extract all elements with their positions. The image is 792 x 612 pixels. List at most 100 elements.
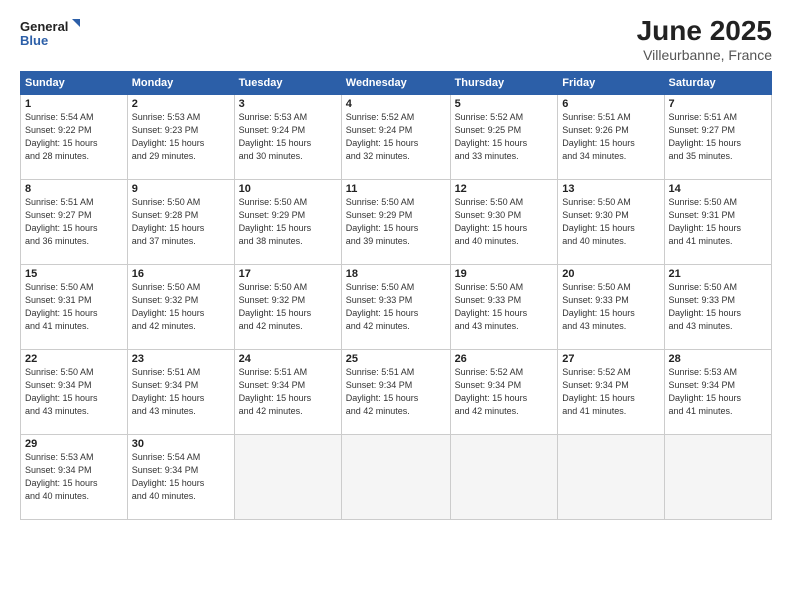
day-number: 10: [239, 183, 337, 195]
calendar-row: 8 Sunrise: 5:51 AM Sunset: 9:27 PM Dayli…: [21, 180, 772, 265]
table-row: [234, 435, 341, 520]
day-number: 3: [239, 98, 337, 110]
calendar-row: 15 Sunrise: 5:50 AM Sunset: 9:31 PM Dayl…: [21, 265, 772, 350]
table-row: 24 Sunrise: 5:51 AM Sunset: 9:34 PM Dayl…: [234, 350, 341, 435]
table-row: 21 Sunrise: 5:50 AM Sunset: 9:33 PM Dayl…: [664, 265, 771, 350]
day-detail: Sunrise: 5:50 AM Sunset: 9:32 PM Dayligh…: [239, 281, 337, 333]
day-number: 11: [346, 183, 446, 195]
table-row: 16 Sunrise: 5:50 AM Sunset: 9:32 PM Dayl…: [127, 265, 234, 350]
table-row: 14 Sunrise: 5:50 AM Sunset: 9:31 PM Dayl…: [664, 180, 771, 265]
day-number: 5: [455, 98, 554, 110]
day-detail: Sunrise: 5:50 AM Sunset: 9:29 PM Dayligh…: [346, 196, 446, 248]
col-tuesday: Tuesday: [234, 72, 341, 95]
calendar-header-row: Sunday Monday Tuesday Wednesday Thursday…: [21, 72, 772, 95]
day-number: 29: [25, 438, 123, 450]
col-saturday: Saturday: [664, 72, 771, 95]
day-detail: Sunrise: 5:53 AM Sunset: 9:34 PM Dayligh…: [669, 366, 767, 418]
day-detail: Sunrise: 5:50 AM Sunset: 9:31 PM Dayligh…: [669, 196, 767, 248]
col-thursday: Thursday: [450, 72, 558, 95]
table-row: 2 Sunrise: 5:53 AM Sunset: 9:23 PM Dayli…: [127, 95, 234, 180]
generalblue-logo-icon: General Blue: [20, 15, 80, 51]
table-row: [450, 435, 558, 520]
day-detail: Sunrise: 5:50 AM Sunset: 9:32 PM Dayligh…: [132, 281, 230, 333]
day-detail: Sunrise: 5:50 AM Sunset: 9:30 PM Dayligh…: [562, 196, 659, 248]
table-row: 15 Sunrise: 5:50 AM Sunset: 9:31 PM Dayl…: [21, 265, 128, 350]
day-detail: Sunrise: 5:50 AM Sunset: 9:29 PM Dayligh…: [239, 196, 337, 248]
table-row: 9 Sunrise: 5:50 AM Sunset: 9:28 PM Dayli…: [127, 180, 234, 265]
title-block: June 2025 Villeurbanne, France: [637, 15, 772, 63]
day-detail: Sunrise: 5:50 AM Sunset: 9:33 PM Dayligh…: [669, 281, 767, 333]
table-row: 18 Sunrise: 5:50 AM Sunset: 9:33 PM Dayl…: [341, 265, 450, 350]
day-detail: Sunrise: 5:53 AM Sunset: 9:24 PM Dayligh…: [239, 111, 337, 163]
day-detail: Sunrise: 5:50 AM Sunset: 9:33 PM Dayligh…: [346, 281, 446, 333]
day-detail: Sunrise: 5:51 AM Sunset: 9:34 PM Dayligh…: [239, 366, 337, 418]
logo: General Blue: [20, 15, 80, 51]
day-number: 21: [669, 268, 767, 280]
day-number: 14: [669, 183, 767, 195]
table-row: 12 Sunrise: 5:50 AM Sunset: 9:30 PM Dayl…: [450, 180, 558, 265]
day-number: 27: [562, 353, 659, 365]
table-row: 17 Sunrise: 5:50 AM Sunset: 9:32 PM Dayl…: [234, 265, 341, 350]
table-row: 20 Sunrise: 5:50 AM Sunset: 9:33 PM Dayl…: [558, 265, 664, 350]
day-detail: Sunrise: 5:54 AM Sunset: 9:34 PM Dayligh…: [132, 451, 230, 503]
table-row: 22 Sunrise: 5:50 AM Sunset: 9:34 PM Dayl…: [21, 350, 128, 435]
day-number: 26: [455, 353, 554, 365]
table-row: 11 Sunrise: 5:50 AM Sunset: 9:29 PM Dayl…: [341, 180, 450, 265]
table-row: 5 Sunrise: 5:52 AM Sunset: 9:25 PM Dayli…: [450, 95, 558, 180]
day-detail: Sunrise: 5:52 AM Sunset: 9:25 PM Dayligh…: [455, 111, 554, 163]
day-detail: Sunrise: 5:51 AM Sunset: 9:34 PM Dayligh…: [346, 366, 446, 418]
month-title: June 2025: [637, 15, 772, 47]
day-number: 12: [455, 183, 554, 195]
day-detail: Sunrise: 5:51 AM Sunset: 9:27 PM Dayligh…: [669, 111, 767, 163]
table-row: 28 Sunrise: 5:53 AM Sunset: 9:34 PM Dayl…: [664, 350, 771, 435]
day-number: 22: [25, 353, 123, 365]
day-number: 28: [669, 353, 767, 365]
table-row: [558, 435, 664, 520]
table-row: 4 Sunrise: 5:52 AM Sunset: 9:24 PM Dayli…: [341, 95, 450, 180]
day-detail: Sunrise: 5:50 AM Sunset: 9:30 PM Dayligh…: [455, 196, 554, 248]
day-detail: Sunrise: 5:50 AM Sunset: 9:33 PM Dayligh…: [455, 281, 554, 333]
day-number: 19: [455, 268, 554, 280]
day-number: 16: [132, 268, 230, 280]
day-detail: Sunrise: 5:50 AM Sunset: 9:28 PM Dayligh…: [132, 196, 230, 248]
day-number: 8: [25, 183, 123, 195]
calendar-row: 22 Sunrise: 5:50 AM Sunset: 9:34 PM Dayl…: [21, 350, 772, 435]
table-row: 3 Sunrise: 5:53 AM Sunset: 9:24 PM Dayli…: [234, 95, 341, 180]
table-row: 29 Sunrise: 5:53 AM Sunset: 9:34 PM Dayl…: [21, 435, 128, 520]
day-number: 30: [132, 438, 230, 450]
svg-text:General: General: [20, 19, 68, 34]
table-row: 27 Sunrise: 5:52 AM Sunset: 9:34 PM Dayl…: [558, 350, 664, 435]
day-detail: Sunrise: 5:51 AM Sunset: 9:34 PM Dayligh…: [132, 366, 230, 418]
header: General Blue June 2025 Villeurbanne, Fra…: [20, 15, 772, 63]
day-number: 25: [346, 353, 446, 365]
calendar-row: 1 Sunrise: 5:54 AM Sunset: 9:22 PM Dayli…: [21, 95, 772, 180]
day-detail: Sunrise: 5:51 AM Sunset: 9:27 PM Dayligh…: [25, 196, 123, 248]
table-row: 10 Sunrise: 5:50 AM Sunset: 9:29 PM Dayl…: [234, 180, 341, 265]
day-detail: Sunrise: 5:53 AM Sunset: 9:23 PM Dayligh…: [132, 111, 230, 163]
table-row: [341, 435, 450, 520]
col-friday: Friday: [558, 72, 664, 95]
table-row: 1 Sunrise: 5:54 AM Sunset: 9:22 PM Dayli…: [21, 95, 128, 180]
day-detail: Sunrise: 5:54 AM Sunset: 9:22 PM Dayligh…: [25, 111, 123, 163]
table-row: 25 Sunrise: 5:51 AM Sunset: 9:34 PM Dayl…: [341, 350, 450, 435]
col-sunday: Sunday: [21, 72, 128, 95]
day-detail: Sunrise: 5:52 AM Sunset: 9:34 PM Dayligh…: [562, 366, 659, 418]
day-number: 20: [562, 268, 659, 280]
day-detail: Sunrise: 5:52 AM Sunset: 9:24 PM Dayligh…: [346, 111, 446, 163]
table-row: 7 Sunrise: 5:51 AM Sunset: 9:27 PM Dayli…: [664, 95, 771, 180]
day-detail: Sunrise: 5:51 AM Sunset: 9:26 PM Dayligh…: [562, 111, 659, 163]
col-monday: Monday: [127, 72, 234, 95]
table-row: 8 Sunrise: 5:51 AM Sunset: 9:27 PM Dayli…: [21, 180, 128, 265]
table-row: 26 Sunrise: 5:52 AM Sunset: 9:34 PM Dayl…: [450, 350, 558, 435]
day-number: 15: [25, 268, 123, 280]
day-number: 2: [132, 98, 230, 110]
page: General Blue June 2025 Villeurbanne, Fra…: [0, 0, 792, 612]
calendar-body: 1 Sunrise: 5:54 AM Sunset: 9:22 PM Dayli…: [21, 95, 772, 520]
location: Villeurbanne, France: [637, 47, 772, 63]
table-row: 19 Sunrise: 5:50 AM Sunset: 9:33 PM Dayl…: [450, 265, 558, 350]
day-number: 17: [239, 268, 337, 280]
table-row: 23 Sunrise: 5:51 AM Sunset: 9:34 PM Dayl…: [127, 350, 234, 435]
day-detail: Sunrise: 5:52 AM Sunset: 9:34 PM Dayligh…: [455, 366, 554, 418]
day-detail: Sunrise: 5:50 AM Sunset: 9:31 PM Dayligh…: [25, 281, 123, 333]
col-wednesday: Wednesday: [341, 72, 450, 95]
